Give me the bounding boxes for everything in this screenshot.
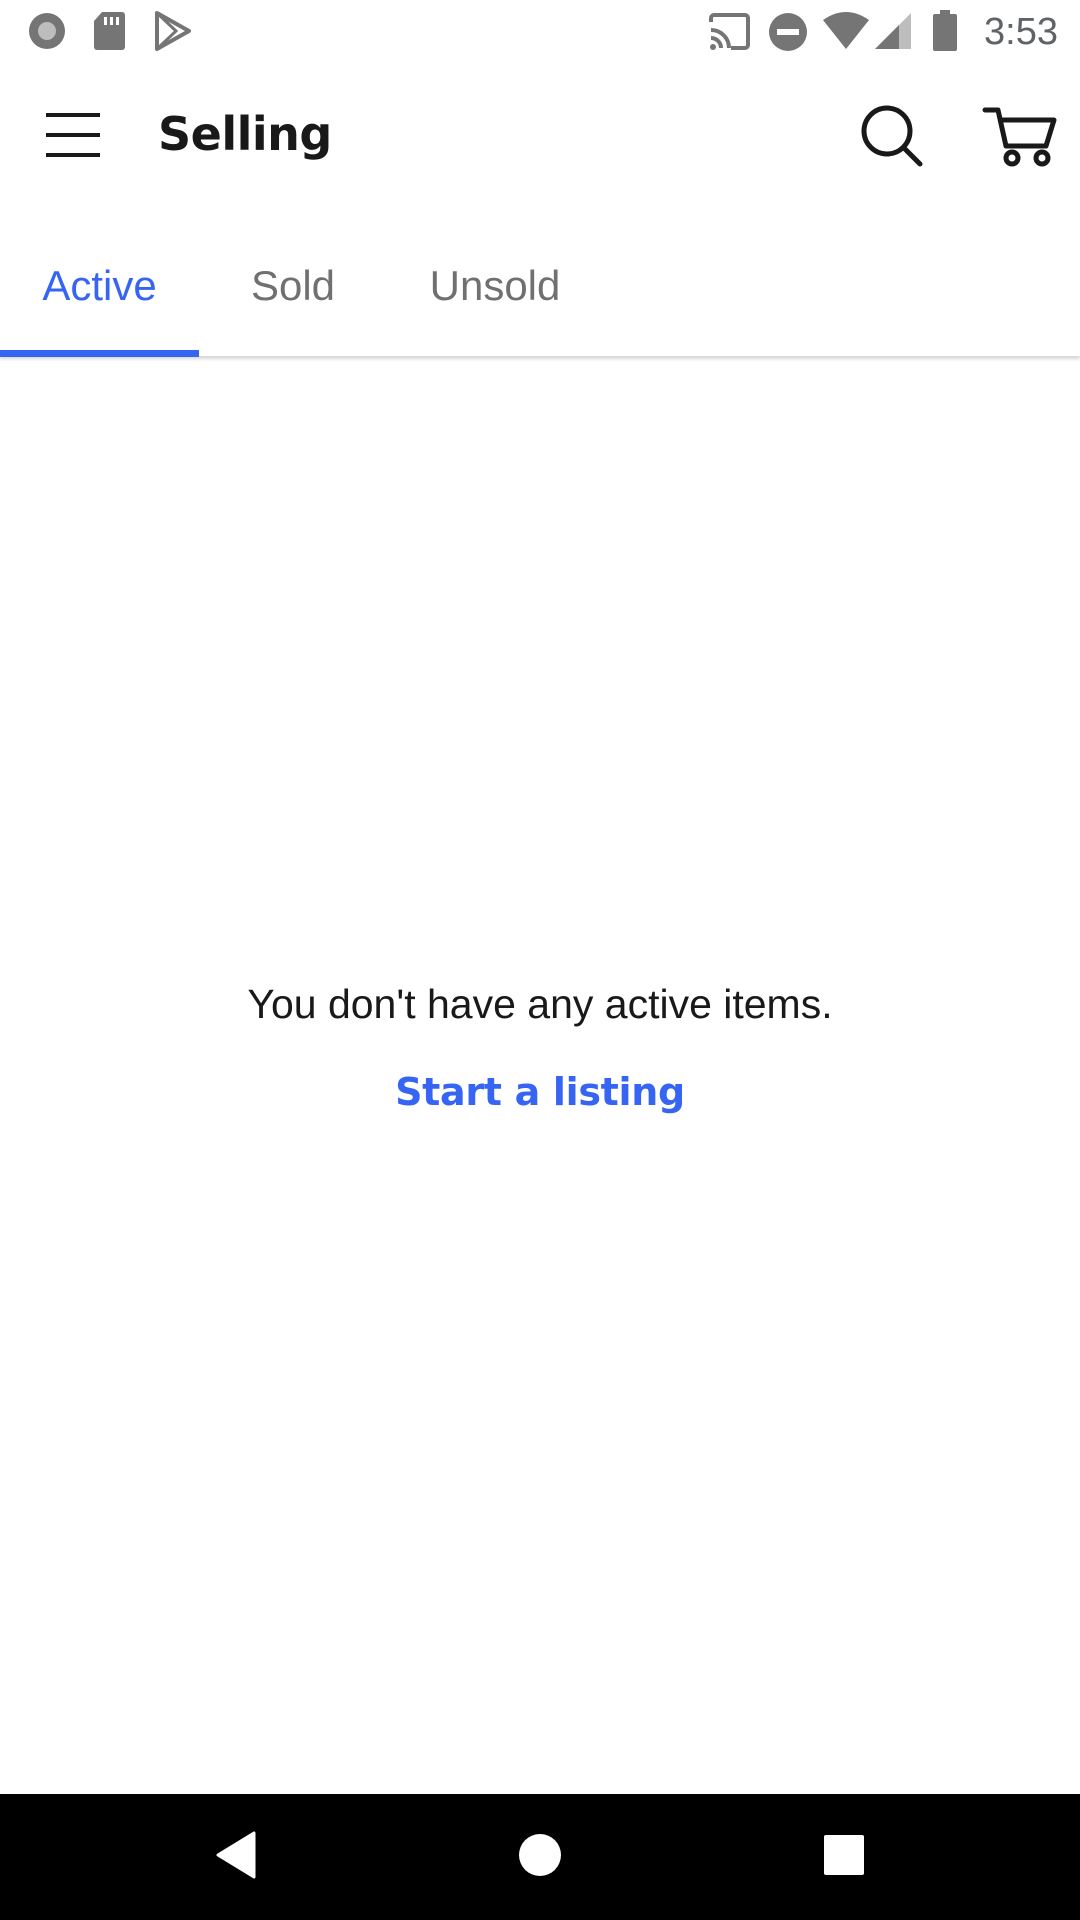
search-button[interactable] [856, 100, 928, 172]
home-button[interactable] [505, 1822, 575, 1892]
wifi-icon [822, 12, 870, 55]
tab-sold[interactable]: Sold [228, 236, 358, 356]
cart-icon [982, 107, 1060, 176]
start-listing-button[interactable]: Start a listing [395, 1070, 685, 1114]
notification-dot-icon [26, 10, 68, 57]
search-icon [856, 105, 928, 176]
app-bar: Selling [0, 64, 1080, 204]
back-button[interactable] [201, 1822, 271, 1892]
home-icon [518, 1833, 562, 1882]
back-icon [214, 1831, 258, 1884]
tab-indicator [0, 350, 199, 357]
hamburger-menu-icon [46, 111, 100, 164]
page-title: Selling [158, 107, 332, 161]
navigation-bar [0, 1794, 1080, 1920]
do-not-disturb-icon [767, 11, 809, 58]
clock: 3:53 [984, 11, 1058, 53]
menu-button[interactable] [40, 104, 106, 170]
play-store-icon [154, 10, 192, 57]
app-screen: 3:53 Selling Active Sold Unsold You don'… [0, 0, 1080, 1920]
cast-icon [707, 12, 751, 57]
sd-card-icon [92, 10, 126, 57]
status-bar: 3:53 [0, 0, 1080, 64]
empty-state-message: You don't have any active items. [247, 981, 833, 1027]
cell-signal-icon [873, 12, 913, 55]
battery-icon [932, 10, 958, 57]
tab-unsold[interactable]: Unsold [410, 236, 580, 356]
recents-button[interactable] [809, 1822, 879, 1892]
start-listing-link: Start a listing [0, 1066, 1080, 1118]
recents-icon [823, 1834, 865, 1881]
tab-active[interactable]: Active [0, 236, 199, 356]
tab-bar: Active Sold Unsold [0, 236, 1080, 357]
cart-button[interactable] [982, 100, 1060, 172]
